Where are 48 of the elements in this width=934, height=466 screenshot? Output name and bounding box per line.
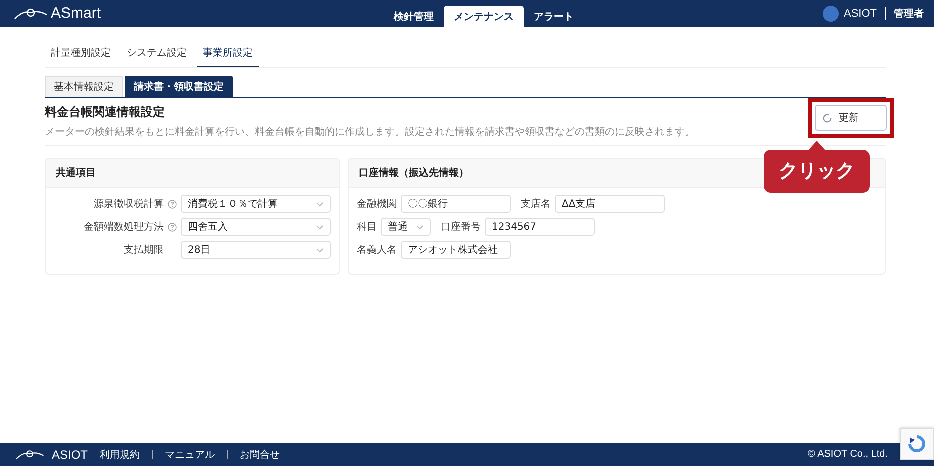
input-field[interactable]: 1234567 [485, 218, 595, 236]
input-field[interactable]: 〇〇銀行 [401, 195, 511, 213]
footer-link[interactable]: マニュアル [165, 448, 216, 462]
user-menu[interactable]: 管理者 [894, 6, 924, 20]
logo-icon [14, 448, 46, 460]
field-label: 支払期限 [124, 244, 164, 257]
chevron-down-icon [416, 224, 424, 230]
nav-tab[interactable]: メンテナンス [444, 6, 524, 27]
company-logo-icon [822, 6, 839, 22]
update-button[interactable]: 更新 [815, 105, 887, 131]
chevron-down-icon [316, 202, 324, 206]
field-label: 科目 [357, 220, 377, 234]
app-logo-text: ASmart [51, 5, 102, 22]
footer-link[interactable]: 利用規約 [100, 448, 140, 462]
nav-tab[interactable]: 検針管理 [384, 6, 444, 27]
callout-label: クリック [764, 150, 870, 193]
settings-tab[interactable]: 基本情報設定 [45, 76, 123, 97]
field-label: 支店名 [521, 198, 551, 211]
sub-nav-tab[interactable]: 計量種別設定 [45, 43, 117, 67]
settings-tab[interactable]: 請求書・領収書設定 [125, 76, 233, 97]
input-field[interactable]: アシオット株式会社 [401, 241, 511, 259]
footer-link[interactable]: お問合せ [240, 448, 280, 462]
sub-nav-tab[interactable]: システム設定 [121, 43, 193, 67]
field-label: 名義人名 [357, 244, 397, 257]
refresh-icon [822, 112, 833, 124]
sub-nav-tab[interactable]: 事業所設定 [197, 43, 259, 67]
field-label: 金額端数処理方法 [84, 220, 164, 234]
footer-logo-text: ASIOT [52, 448, 88, 462]
page-description: メーターの検針結果をもとに料金計算を行い、料金台帳を自動的に作成します。設定された情報を請求書や領収書などの書類のに反映されます。 [45, 126, 696, 139]
field-label: 口座番号 [441, 220, 481, 234]
page-title: 料金台帳関連情報設定 [45, 104, 166, 121]
field-label: 源泉徴収税計算 [94, 198, 164, 211]
select-field[interactable]: 28日 [181, 241, 331, 259]
nav-tab[interactable]: アラート [524, 6, 584, 27]
logo-icon [14, 6, 48, 20]
select-field[interactable]: 普通 [381, 218, 431, 236]
card-header: 共通項目 [46, 159, 339, 188]
chevron-down-icon [316, 224, 324, 230]
input-field[interactable]: ΔΔ支店 [555, 195, 665, 213]
recaptcha-icon [908, 435, 926, 453]
copyright-text: © ASIOT Co., Ltd. [808, 449, 888, 460]
help-icon [168, 200, 177, 208]
help-icon [168, 222, 177, 232]
company-name: ASIOT [844, 8, 877, 20]
select-field[interactable]: 四舍五入 [181, 218, 331, 236]
field-label: 金融機関 [357, 198, 397, 211]
chevron-down-icon [316, 248, 324, 252]
select-field[interactable]: 消費税１０％で計算 [181, 195, 331, 213]
